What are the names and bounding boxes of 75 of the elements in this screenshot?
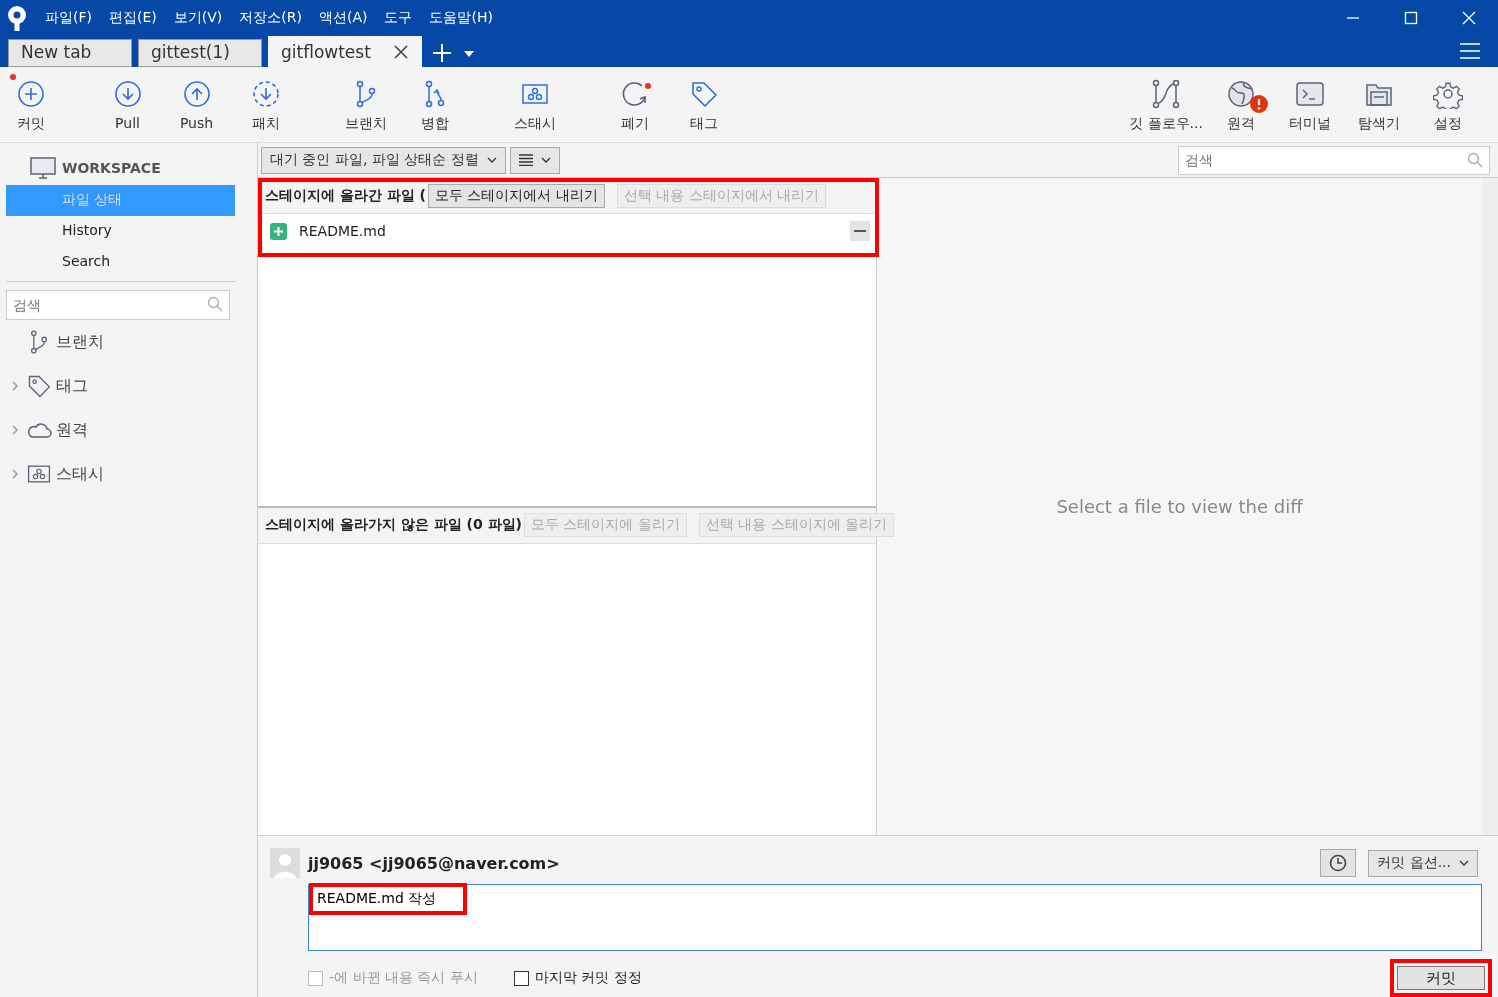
author-name: jj9065 <jj9065@naver.com> — [308, 853, 560, 873]
sidebar-section[interactable]: 브랜치 — [56, 331, 104, 353]
file-name[interactable]: README.md — [299, 223, 386, 239]
close-icon[interactable] — [393, 43, 409, 60]
search-field[interactable]: 검색 — [6, 290, 230, 320]
toolbar-button[interactable]: 스태시 — [500, 67, 569, 141]
view-dropdown[interactable] — [509, 146, 560, 174]
arrow-up-circle-icon — [181, 79, 212, 109]
toolbar-button[interactable]: 깃 플로우... — [1126, 67, 1206, 141]
caret-icon — [1459, 860, 1469, 866]
clock-icon — [1329, 854, 1348, 872]
toolbar-button[interactable]: 설정 — [1413, 67, 1482, 141]
toolbar-button[interactable]: 원격 — [1206, 67, 1275, 141]
menu-item[interactable]: 액션(A) — [318, 9, 368, 27]
menu-item[interactable]: 저장소(R) — [239, 9, 302, 27]
caret-icon[interactable] — [464, 51, 474, 57]
chevron-icon[interactable] — [10, 381, 20, 391]
logo-icon — [6, 5, 28, 31]
pane-heading: 스테이지에 올라가지 않은 파일 (0 파일) — [265, 516, 522, 534]
sort-dropdown[interactable]: 대기 중인 파일, 파일 상태순 정렬 — [261, 146, 506, 174]
search-field[interactable]: 검색 — [1178, 145, 1490, 175]
tab[interactable]: gittest(1) — [138, 39, 262, 67]
workspace-heading: WORKSPACE — [62, 160, 161, 176]
toolbar-button[interactable]: 브랜치 — [331, 67, 400, 141]
toolbar-button[interactable]: 병합 — [400, 67, 469, 141]
sidebar-item[interactable]: History — [6, 216, 235, 247]
maximize-icon[interactable] — [1404, 11, 1418, 25]
diff-placeholder: Select a file to view the diff — [1056, 496, 1303, 517]
chevron-icon[interactable] — [10, 469, 20, 479]
monitor-icon — [30, 157, 56, 179]
commit-options-dropdown[interactable]: 커밋 옵션... — [1368, 849, 1478, 877]
commit-message-field[interactable]: README.md 작성 — [308, 884, 1482, 951]
toolbar-button[interactable]: 태그 — [669, 67, 738, 141]
minus-icon — [854, 230, 866, 232]
list-icon — [518, 154, 533, 166]
tab[interactable]: gitflowtest — [268, 36, 422, 67]
commit-button[interactable]: 커밋 — [1397, 966, 1485, 990]
checkbox[interactable]: 마지막 커밋 정정 — [513, 969, 642, 987]
plus-circle-icon — [16, 79, 46, 109]
stage-action-button[interactable]: 모두 스테이지에서 내리기 — [428, 183, 605, 208]
terminal-icon — [1294, 79, 1325, 109]
menu-item[interactable]: 편집(E) — [109, 9, 157, 27]
dashed-arrow-circle-icon — [250, 79, 281, 109]
toolbar-button[interactable]: Pull — [93, 67, 162, 141]
caret-icon — [540, 157, 551, 163]
caret-icon — [486, 157, 497, 163]
sidebar-item[interactable]: Search — [6, 247, 235, 278]
sidebar-section[interactable]: 스태시 — [56, 463, 104, 485]
menu-item[interactable]: 도움말(H) — [429, 9, 493, 27]
globe-icon — [1225, 79, 1256, 109]
arrow-down-circle-icon — [112, 79, 143, 109]
unstage-button[interactable] — [850, 221, 870, 241]
menu-item[interactable]: 파일(F) — [45, 9, 92, 27]
sidebar-section[interactable]: 원격 — [56, 419, 88, 441]
history-button[interactable] — [1320, 849, 1357, 877]
tag-icon — [26, 373, 52, 399]
menu-item[interactable]: 보기(V) — [173, 9, 223, 27]
menu-item[interactable]: 도구 — [384, 9, 413, 27]
search-icon — [207, 296, 223, 312]
toolbar-button[interactable]: 폐기 — [600, 67, 669, 141]
toolbar-button[interactable]: 탐색기 — [1344, 67, 1413, 141]
scrollbar[interactable] — [1482, 178, 1498, 835]
avatar-icon — [270, 848, 300, 878]
tab[interactable]: New tab — [8, 39, 132, 67]
plus-icon[interactable] — [432, 43, 452, 63]
chevron-icon[interactable] — [10, 425, 20, 435]
toolbar-button[interactable]: 터미널 — [1275, 67, 1344, 141]
toolbar-button[interactable]: 패치 — [231, 67, 300, 141]
toolbar-button[interactable]: 커밋 — [0, 67, 62, 141]
pane-heading: 스테이지에 올라간 파일 ( — [265, 186, 427, 205]
flow-lines-icon — [1151, 79, 1181, 109]
sidebar-section[interactable]: 태그 — [56, 375, 88, 397]
toolbar-button[interactable]: Push — [162, 67, 231, 141]
search-icon — [1467, 151, 1483, 168]
menu-icon[interactable] — [1460, 43, 1480, 59]
